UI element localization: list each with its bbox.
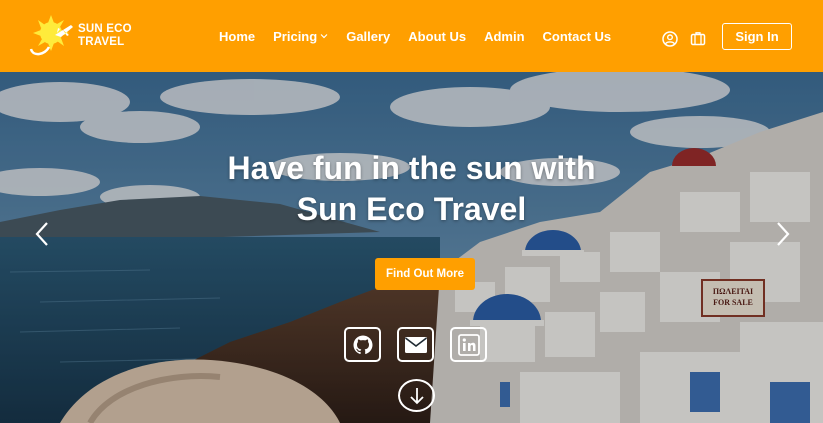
brand-name: SUN ECO TRAVEL (78, 23, 132, 49)
linkedin-icon (457, 333, 480, 356)
site-header: SUN ECO TRAVEL Home Pricing Gallery Abou… (0, 0, 823, 72)
nav-about-us[interactable]: About Us (408, 29, 466, 44)
chevron-down-icon (320, 34, 328, 39)
sun-plane-logo-icon (29, 15, 73, 56)
scroll-down-button[interactable] (398, 379, 435, 412)
chevron-left-icon[interactable] (32, 220, 52, 248)
nav-pricing[interactable]: Pricing (273, 29, 328, 44)
nav-gallery[interactable]: Gallery (346, 29, 390, 44)
envelope-icon (404, 336, 427, 353)
brand-logo[interactable]: SUN ECO TRAVEL (27, 13, 137, 57)
hero-headline: Have fun in the sun with Sun Eco Travel (0, 148, 823, 230)
github-icon (353, 335, 372, 354)
sign-in-button[interactable]: Sign In (722, 23, 792, 50)
user-circle-icon[interactable] (662, 31, 678, 47)
hero-headline-line1: Have fun in the sun with (227, 150, 596, 186)
email-link[interactable] (397, 327, 434, 362)
hero-carousel: ΠΩΛΕΙΤΑΙ FOR SALE Have fun in the sun wi… (0, 72, 823, 423)
nav-home[interactable]: Home (219, 29, 255, 44)
arrow-down-icon (409, 387, 424, 404)
github-link[interactable] (344, 327, 381, 362)
brand-name-line1: SUN ECO (78, 23, 132, 35)
find-out-more-button[interactable]: Find Out More (375, 258, 475, 290)
main-nav: Home Pricing Gallery About Us Admin Cont… (219, 0, 629, 72)
nav-contact-us[interactable]: Contact Us (543, 29, 612, 44)
nav-admin-label: Admin (484, 28, 525, 44)
nav-contact-us-label: Contact Us (542, 28, 612, 44)
find-out-more-label: Find Out More (386, 268, 464, 280)
chevron-right-icon[interactable] (773, 220, 793, 248)
linkedin-link[interactable] (450, 327, 487, 362)
hero-dark-overlay (0, 72, 823, 423)
hero-headline-line2: Sun Eco Travel (296, 191, 527, 227)
nav-gallery-label: Gallery (346, 28, 391, 44)
suitcase-icon[interactable] (690, 31, 706, 47)
nav-home-label: Home (219, 28, 256, 44)
brand-name-line2: TRAVEL (78, 36, 125, 48)
nav-admin[interactable]: Admin (484, 29, 524, 44)
nav-about-us-label: About Us (408, 28, 467, 44)
nav-pricing-label: Pricing (273, 28, 318, 44)
sign-in-label: Sign In (735, 29, 779, 44)
